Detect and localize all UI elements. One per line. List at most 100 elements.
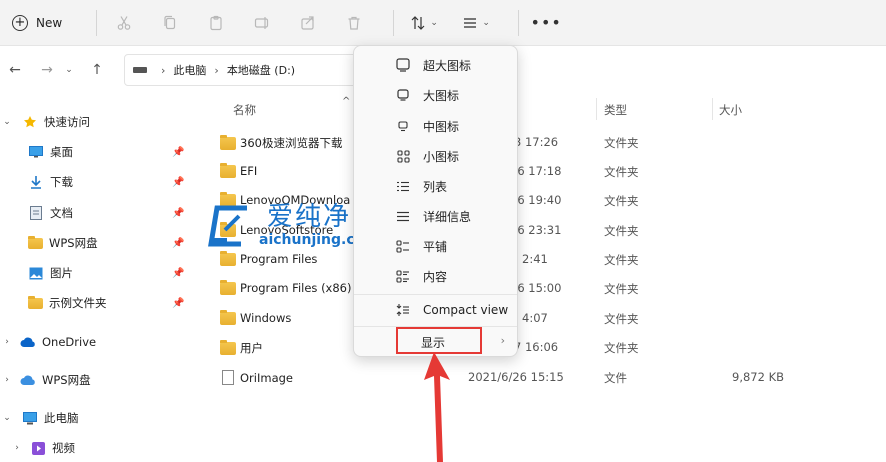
sidebar-item-label: 视频 xyxy=(52,441,75,455)
sidebar-item-onedrive[interactable]: › OneDrive xyxy=(0,329,96,355)
menu-item-tiles[interactable]: 平铺 xyxy=(358,232,513,260)
rename-button[interactable] xyxy=(245,8,279,38)
list-view-icon xyxy=(394,181,412,192)
file-name: Windows xyxy=(240,311,292,325)
table-row[interactable]: EFI 26 17:18 文件夹 xyxy=(196,157,886,186)
folder-icon xyxy=(220,339,236,355)
column-divider[interactable] xyxy=(712,98,713,120)
file-size: 9,872 KB xyxy=(732,370,785,384)
file-date: 3 17:26 xyxy=(514,135,559,149)
sort-button[interactable]: ⌄ xyxy=(404,8,444,38)
desktop-icon xyxy=(28,144,44,160)
menu-item-medium-icons[interactable]: 中图标 xyxy=(358,112,513,140)
folder-icon xyxy=(28,235,43,249)
file-name: Program Files (x86) xyxy=(240,281,352,295)
extra-large-icons-icon xyxy=(394,58,412,72)
table-row[interactable]: Program Files (x86) 26 15:00 文件夹 xyxy=(196,274,886,303)
pin-icon: 📌 xyxy=(172,207,185,219)
menu-item-details[interactable]: 详细信息 xyxy=(358,202,513,230)
sidebar-item-quick-access[interactable]: ⌄ 快速访问 xyxy=(0,109,90,135)
pin-icon: 📌 xyxy=(172,297,185,309)
toolbar-separator xyxy=(96,9,98,36)
menu-item-extra-large-icons[interactable]: 超大图标 xyxy=(358,51,513,79)
menu-item-compact-view[interactable]: Compact view xyxy=(358,296,513,324)
breadcrumb-local-disk[interactable]: 本地磁盘 (D:) xyxy=(227,62,295,78)
menu-item-list[interactable]: 列表 xyxy=(358,172,513,200)
chevron-down-icon[interactable]: ⌄ xyxy=(0,413,14,423)
toolbar-separator xyxy=(518,9,520,36)
arrow-up-icon: ↑ xyxy=(91,62,103,78)
menu-item-content[interactable]: 内容 xyxy=(358,262,513,290)
sidebar-item-sample-folder[interactable]: 示例文件夹 📌 xyxy=(0,290,196,316)
sidebar-item-documents[interactable]: 文档 📌 xyxy=(0,200,196,226)
watermark-logo-icon xyxy=(208,205,247,247)
pictures-icon xyxy=(28,265,44,281)
pin-icon: 📌 xyxy=(172,176,185,188)
details-view-icon xyxy=(394,211,412,222)
chevron-right-icon[interactable]: › xyxy=(0,375,14,385)
arrow-left-icon: ← xyxy=(9,62,21,78)
chevron-right-icon[interactable]: › xyxy=(0,337,14,347)
file-date: 7 16:06 xyxy=(514,340,559,354)
column-headers: 名称 ^ 类型 大小 xyxy=(196,96,886,122)
share-button[interactable] xyxy=(291,8,325,38)
recent-locations-button[interactable]: ⌄ xyxy=(60,56,78,84)
content-view-icon xyxy=(394,269,412,283)
sidebar-item-label: 桌面 xyxy=(50,145,73,159)
column-header-type[interactable]: 类型 xyxy=(604,102,627,118)
table-row[interactable]: 360极速浏览器下载 3 17:26 文件夹 xyxy=(196,128,886,157)
paste-button[interactable] xyxy=(199,8,233,38)
file-date: 4:07 xyxy=(522,311,548,325)
table-row[interactable]: Windows 4:07 文件夹 xyxy=(196,304,886,333)
red-arrow-annotation xyxy=(424,352,450,462)
copy-button[interactable] xyxy=(153,8,187,38)
menu-item-small-icons[interactable]: 小图标 xyxy=(358,142,513,170)
file-type: 文件 xyxy=(604,371,627,385)
sidebar-item-videos[interactable]: › 视频 xyxy=(10,435,75,461)
delete-button[interactable] xyxy=(337,8,371,38)
sidebar-item-wps-cloud[interactable]: › WPS网盘 xyxy=(0,367,90,393)
chevron-right-icon: › xyxy=(214,63,219,77)
menu-item-large-icons[interactable]: 大图标 xyxy=(358,81,513,109)
menu-separator xyxy=(354,294,517,295)
breadcrumb-this-pc[interactable]: 此电脑 xyxy=(173,62,206,78)
view-button[interactable]: ⌄ xyxy=(456,8,496,38)
column-header-size[interactable]: 大小 xyxy=(719,102,742,118)
sidebar-item-label: 文档 xyxy=(50,206,73,220)
view-menu: 超大图标 大图标 中图标 小图标 列表 详细信息 平铺 内容 Compact v… xyxy=(353,45,518,357)
table-row[interactable]: 用户 7 16:06 文件夹 xyxy=(196,333,886,362)
menu-item-label: 大图标 xyxy=(423,88,460,103)
sidebar-item-pictures[interactable]: 图片 📌 xyxy=(0,260,196,286)
chevron-right-icon: › xyxy=(500,334,505,347)
sidebar-item-label: 快速访问 xyxy=(44,115,90,129)
pin-icon: 📌 xyxy=(172,267,185,279)
sidebar-item-wps-drive[interactable]: WPS网盘 📌 xyxy=(0,230,196,256)
sidebar-item-downloads[interactable]: 下载 📌 xyxy=(0,169,196,195)
sidebar-item-label: 下载 xyxy=(50,175,73,189)
chevron-down-icon[interactable]: ⌄ xyxy=(0,117,14,127)
menu-item-label: 小图标 xyxy=(423,149,460,164)
up-button[interactable]: ↑ xyxy=(84,56,110,84)
sidebar-item-this-pc[interactable]: ⌄ 此电脑 xyxy=(0,405,78,431)
paste-icon xyxy=(210,15,222,30)
column-divider[interactable] xyxy=(596,98,597,120)
watermark-name: 爱纯净 xyxy=(267,202,352,232)
table-row[interactable]: OriImage 2021/6/26 15:15 文件 9,872 KB xyxy=(196,363,886,392)
back-button[interactable]: ← xyxy=(2,56,28,84)
cloud-icon xyxy=(20,372,36,388)
file-date: 2:41 xyxy=(522,252,548,266)
address-bar[interactable]: › 此电脑 › 本地磁盘 (D:) xyxy=(124,54,364,86)
folder-icon xyxy=(220,309,236,325)
chevron-right-icon: › xyxy=(161,63,166,77)
sidebar-item-label: 示例文件夹 xyxy=(49,296,107,310)
file-name: OriImage xyxy=(240,370,293,385)
column-header-name[interactable]: 名称 xyxy=(233,102,256,118)
more-button[interactable]: ••• xyxy=(529,8,563,38)
delete-icon xyxy=(348,16,360,30)
cut-button[interactable] xyxy=(107,8,141,38)
forward-button[interactable]: → xyxy=(34,56,60,84)
new-button[interactable]: + New xyxy=(0,8,72,38)
chevron-right-icon[interactable]: › xyxy=(10,443,24,453)
sidebar-item-desktop[interactable]: 桌面 📌 xyxy=(0,139,196,165)
file-type: 文件夹 xyxy=(604,136,639,150)
